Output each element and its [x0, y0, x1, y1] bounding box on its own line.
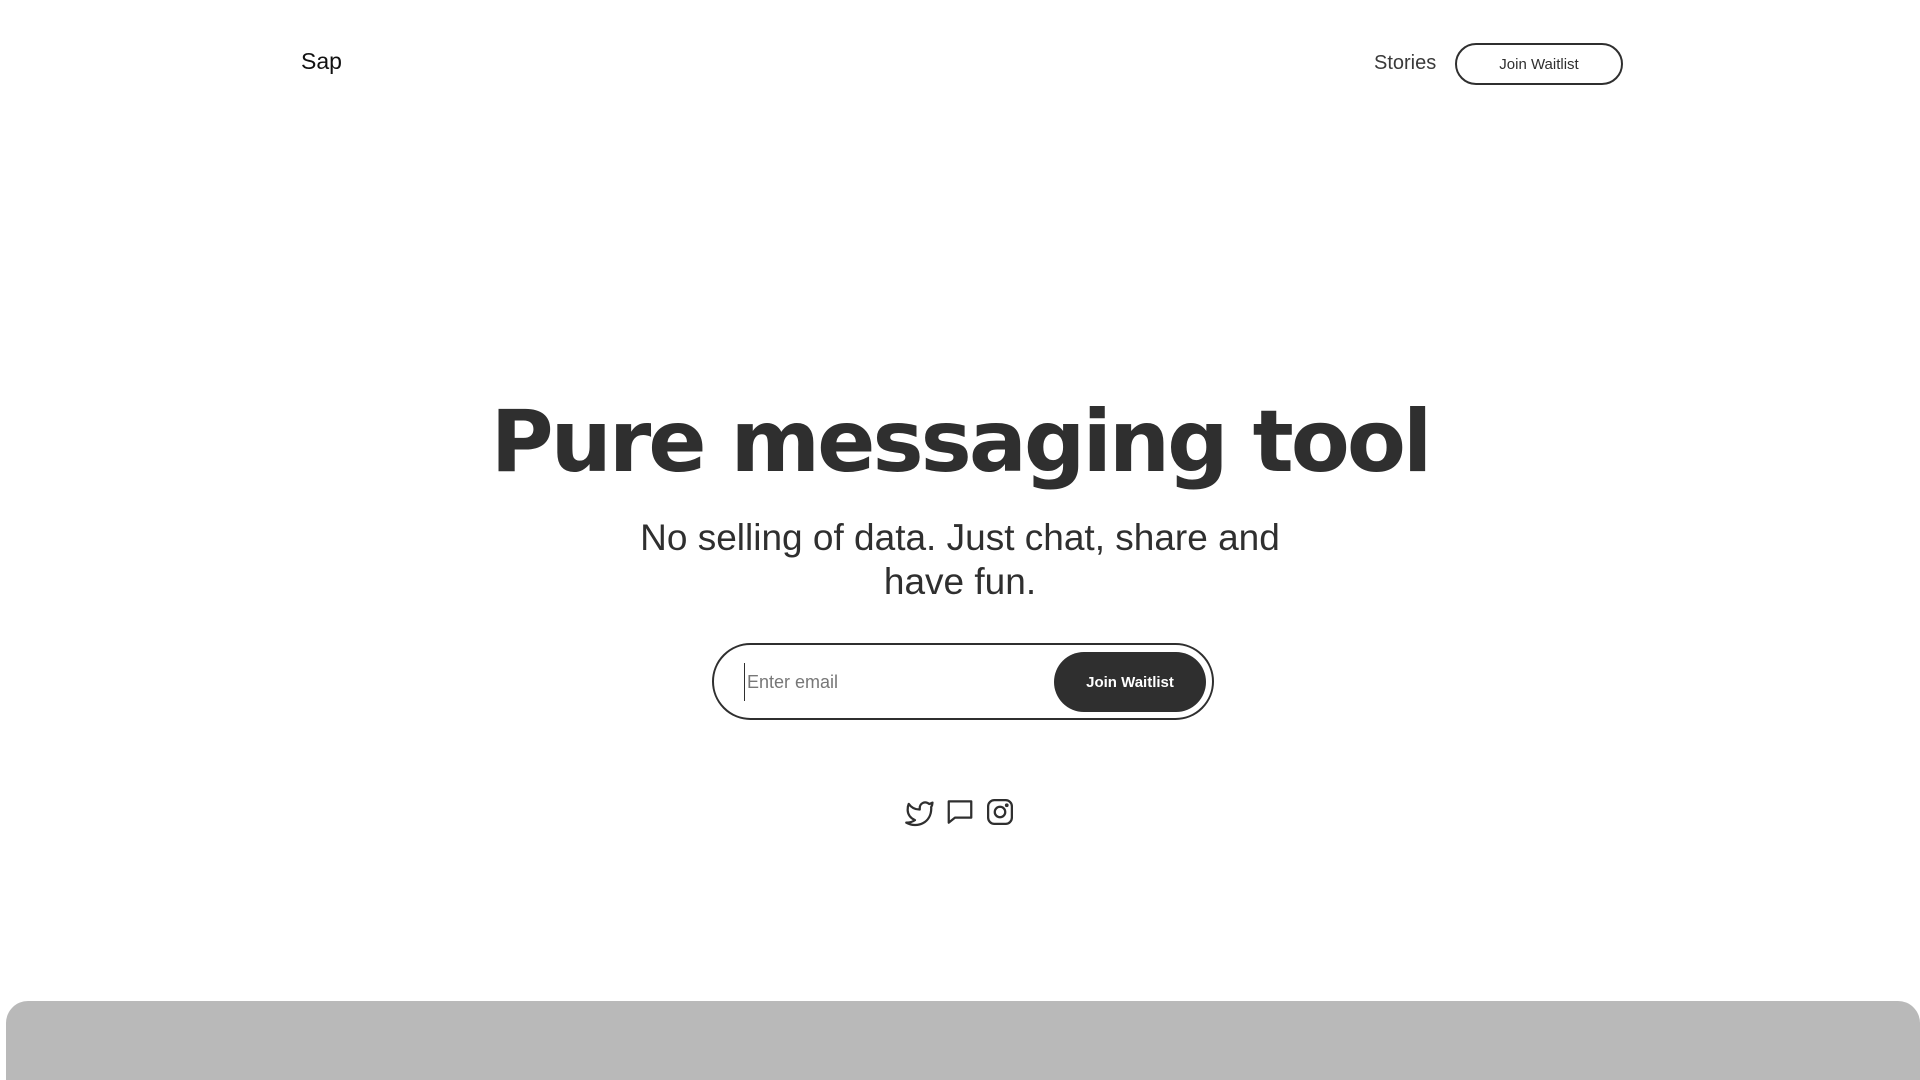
- hero-title: Pure messaging tool: [490, 392, 1433, 492]
- nav-link-stories[interactable]: Stories: [1374, 52, 1436, 75]
- social-links: [905, 797, 1015, 827]
- brand-logo[interactable]: Sap: [301, 48, 342, 75]
- instagram-icon: [987, 799, 1013, 825]
- header-join-waitlist-button[interactable]: Join Waitlist: [1455, 43, 1623, 85]
- instagram-link[interactable]: [985, 797, 1015, 827]
- chat-icon: [947, 800, 973, 824]
- join-waitlist-button[interactable]: Join Waitlist: [1054, 652, 1206, 712]
- twitter-icon: [905, 801, 934, 827]
- landing-page: Sap Stories Join Waitlist Pure messaging…: [0, 0, 1920, 1080]
- waitlist-form: Join Waitlist: [712, 643, 1214, 720]
- chat-link[interactable]: [945, 797, 975, 827]
- email-input[interactable]: [744, 663, 1039, 701]
- hero-subtitle: No selling of data. Just chat, share and…: [640, 517, 1280, 602]
- app-preview-panel: [6, 1001, 1920, 1080]
- twitter-link[interactable]: [905, 797, 935, 827]
